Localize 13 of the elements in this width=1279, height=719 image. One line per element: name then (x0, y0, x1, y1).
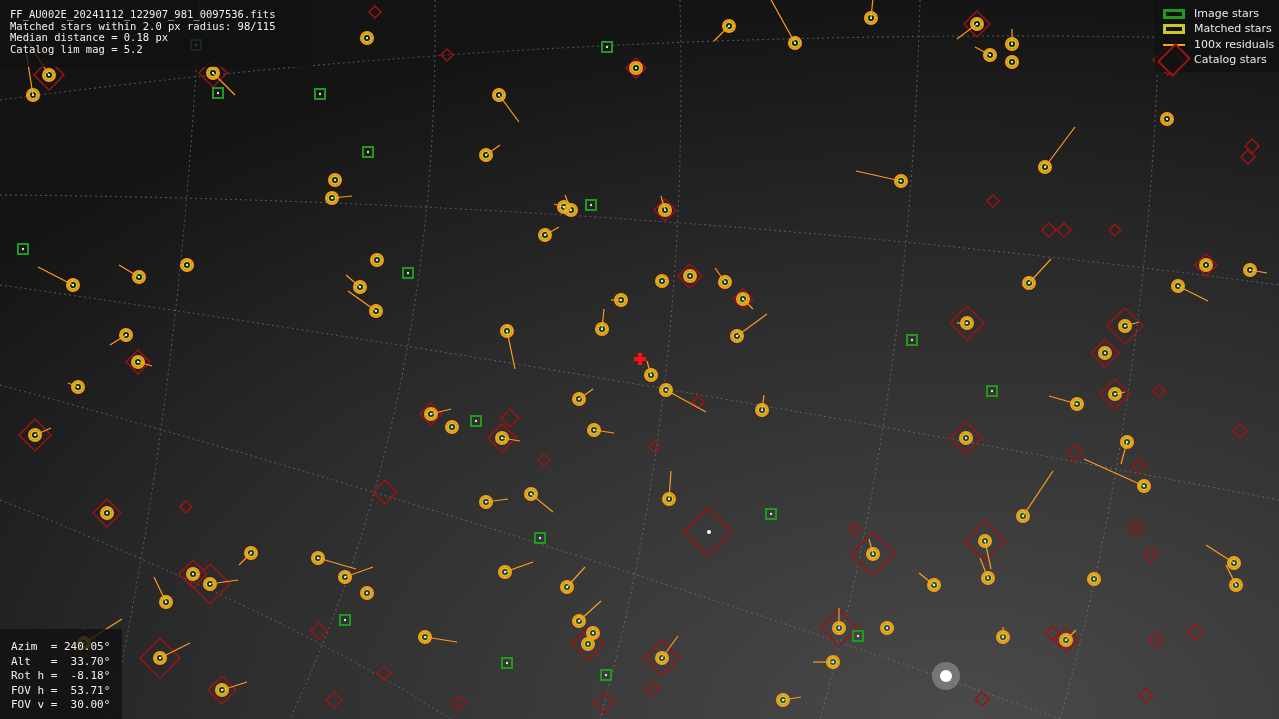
pointing-text: FOV h = 53.71° (11, 683, 112, 698)
pointing-text: Rot h = -8.18° (11, 669, 112, 684)
info-text: Median distance = 0.18 px (10, 32, 169, 44)
legend-label: Catalog stars (1194, 52, 1267, 68)
pointing-text: Alt = 33.70° (11, 654, 112, 669)
pointing-text: FOV v = 30.00° (11, 698, 112, 713)
info-text: FF_AU002E_20241112_122907_981_0097536.fits (10, 9, 277, 21)
legend-label: Matched stars (1194, 21, 1272, 37)
legend-label: Image stars (1194, 5, 1259, 22)
pointing-text: Azim = 240.05° (11, 640, 112, 655)
legend-label: 100x residuals (1194, 36, 1275, 53)
info-text: Matched stars within 2.0 px radius: 98/115 (10, 20, 277, 32)
info-text: Catalog lim mag = 5.2 (10, 43, 144, 55)
